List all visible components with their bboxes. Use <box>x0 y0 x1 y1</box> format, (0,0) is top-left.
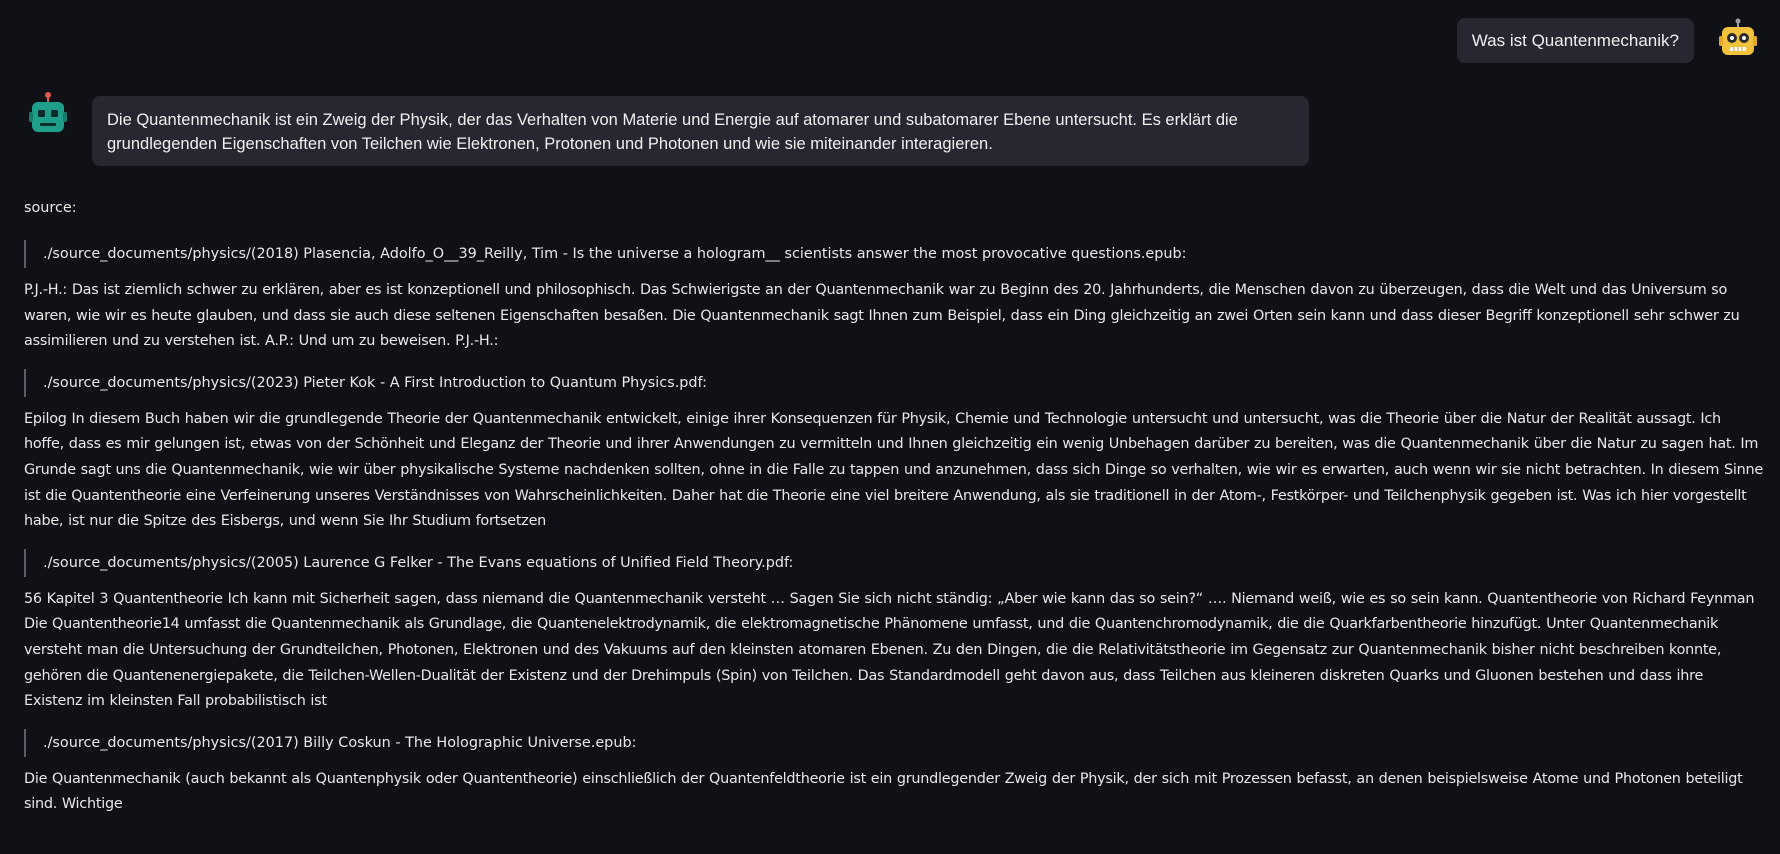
robot-yellow-icon <box>1719 18 1757 55</box>
assistant-message-bubble: Die Quantenmechanik ist ein Zweig der Ph… <box>92 96 1309 166</box>
source-excerpt: P.J.-H.: Das ist ziemlich schwer zu erkl… <box>24 282 1740 350</box>
source-label: source: <box>24 200 77 216</box>
source-path: ./source_documents/physics/(2017) Billy … <box>24 728 1764 757</box>
user-message-row: Was ist Quantenmechanik? <box>0 18 1780 64</box>
source-excerpt: 56 Kapitel 3 Quantentheorie Ich kann mit… <box>24 590 1755 710</box>
source-path: ./source_documents/physics/(2023) Pieter… <box>24 368 1764 397</box>
source-path: ./source_documents/physics/(2018) Plasen… <box>24 240 1764 268</box>
sources-section: source: ./source_documents/physics/(2018… <box>24 196 1764 818</box>
source-excerpt: Die Quantenmechanik (auch bekannt als Qu… <box>24 770 1743 813</box>
user-message-bubble: Was ist Quantenmechanik? <box>1456 18 1694 63</box>
robot-teal-icon <box>29 92 67 132</box>
source-excerpt: Epilog In diesem Buch haben wir die grun… <box>24 410 1763 530</box>
chat-page: Was ist Quantenmechanik? Die Quantenmech… <box>0 0 1780 854</box>
source-path: ./source_documents/physics/(2005) Lauren… <box>24 548 1764 577</box>
